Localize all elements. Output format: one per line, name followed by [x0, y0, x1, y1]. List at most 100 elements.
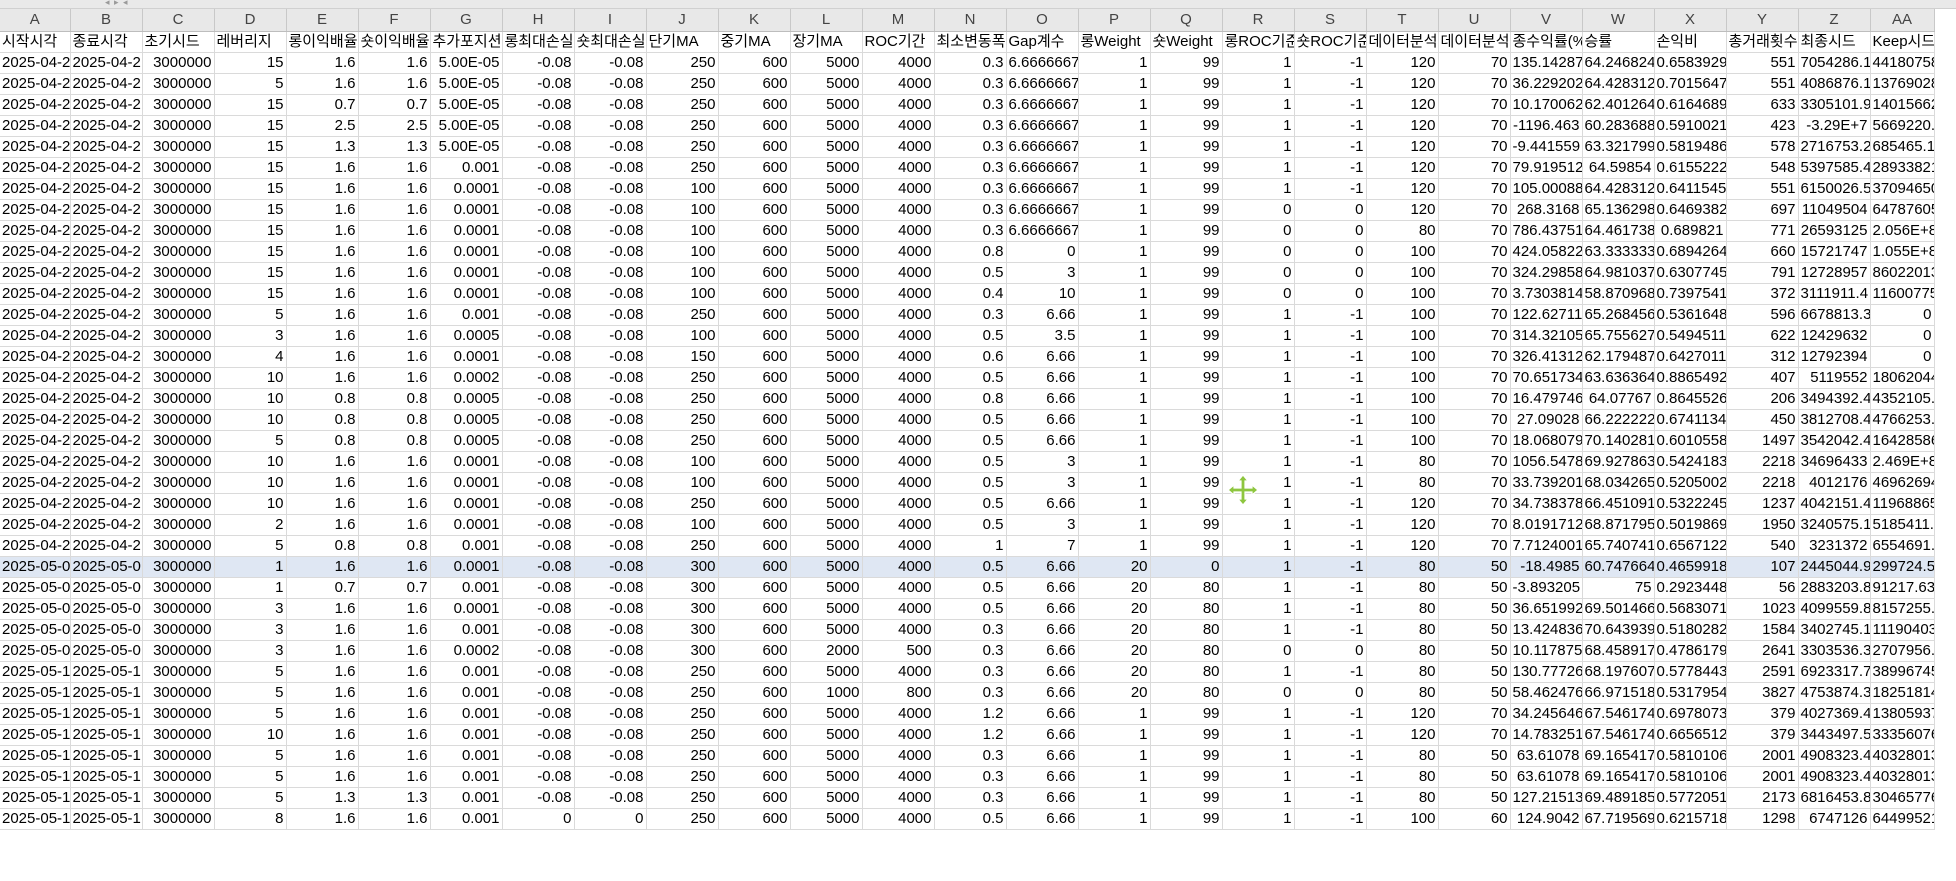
column-header[interactable]: S [1294, 9, 1367, 32]
table-cell[interactable]: 6.66 [1006, 682, 1079, 704]
table-cell[interactable]: 0 [1222, 199, 1295, 221]
column-header[interactable]: O [1006, 9, 1079, 32]
table-cell[interactable]: 68.197607 [1582, 661, 1655, 683]
table-cell[interactable]: 1.6 [358, 157, 431, 179]
table-cell[interactable]: -1 [1294, 388, 1367, 410]
table-cell[interactable]: 99 [1150, 535, 1223, 557]
table-cell[interactable]: 1 [1222, 535, 1295, 557]
table-cell[interactable]: 3000000 [142, 745, 215, 767]
table-cell[interactable]: 99 [1150, 52, 1223, 74]
table-cell[interactable]: 1.6 [286, 493, 359, 515]
table-cell[interactable]: -0.08 [574, 745, 647, 767]
table-cell[interactable]: 1298 [1726, 808, 1799, 830]
table-cell[interactable]: 600 [718, 661, 791, 683]
table-cell[interactable]: -0.08 [574, 325, 647, 347]
table-cell[interactable]: 4000 [862, 556, 935, 578]
table-cell[interactable]: 0.0001 [430, 598, 503, 620]
table-cell[interactable]: 67.546174 [1582, 703, 1655, 725]
field-header-cell[interactable]: Keep시드 [1870, 31, 1935, 53]
table-cell[interactable]: 2025-05-1 [70, 766, 143, 788]
column-header[interactable]: U [1438, 9, 1511, 32]
table-cell[interactable]: -1 [1294, 136, 1367, 158]
table-cell[interactable]: 2025-04-2 [0, 367, 71, 389]
table-cell[interactable]: 4042151.4 [1798, 493, 1871, 515]
table-cell[interactable]: -0.08 [574, 367, 647, 389]
table-cell[interactable]: 0.6656512 [1654, 724, 1727, 746]
table-cell[interactable]: 13.424836 [1510, 619, 1583, 641]
table-cell[interactable]: 0 [1150, 556, 1223, 578]
table-cell[interactable]: 0 [1222, 220, 1295, 242]
table-cell[interactable]: 50 [1438, 619, 1511, 641]
table-cell[interactable]: 3231372 [1798, 535, 1871, 557]
table-cell[interactable]: 99 [1150, 745, 1223, 767]
table-cell[interactable]: 1 [1222, 115, 1295, 137]
table-cell[interactable]: 99 [1150, 304, 1223, 326]
field-header-cell[interactable]: 롱ROC기준 [1222, 31, 1295, 53]
table-cell[interactable]: 0.5 [934, 598, 1007, 620]
table-cell[interactable]: 1 [1222, 52, 1295, 74]
table-cell[interactable]: 1 [1222, 94, 1295, 116]
table-cell[interactable]: -0.08 [574, 94, 647, 116]
table-cell[interactable]: 0.0002 [430, 640, 503, 662]
table-cell[interactable]: 0.3 [934, 661, 1007, 683]
table-cell[interactable]: 5000 [790, 703, 863, 725]
table-cell[interactable]: 1 [1222, 514, 1295, 536]
table-cell[interactable]: 70.643939 [1582, 619, 1655, 641]
table-cell[interactable]: 120 [1366, 94, 1439, 116]
table-cell[interactable]: -0.08 [502, 262, 575, 284]
table-cell[interactable]: 4000 [862, 661, 935, 683]
table-cell[interactable]: -1 [1294, 577, 1367, 599]
table-cell[interactable]: 120 [1366, 178, 1439, 200]
field-header-cell[interactable]: 초기시드 [142, 31, 215, 53]
table-cell[interactable]: 68.034265 [1582, 472, 1655, 494]
table-cell[interactable]: 600 [718, 52, 791, 74]
table-cell[interactable]: 2025-04-2 [70, 472, 143, 494]
table-cell[interactable]: 2025-04-2 [0, 115, 71, 137]
table-cell[interactable]: 379 [1726, 703, 1799, 725]
table-cell[interactable]: 1 [1078, 724, 1151, 746]
table-cell[interactable]: 2025-04-2 [70, 283, 143, 305]
table-cell[interactable]: 0 [1222, 283, 1295, 305]
table-cell[interactable]: 70 [1438, 241, 1511, 263]
table-cell[interactable]: 0.3 [934, 136, 1007, 158]
column-header[interactable]: Y [1726, 9, 1799, 32]
table-cell[interactable]: 1 [1222, 388, 1295, 410]
table-cell[interactable]: 0.8 [286, 388, 359, 410]
column-header[interactable]: J [646, 9, 719, 32]
table-cell[interactable]: 3.7303814 [1510, 283, 1583, 305]
table-cell[interactable]: 58.462476 [1510, 682, 1583, 704]
table-cell[interactable]: 150 [646, 346, 719, 368]
table-cell[interactable]: 20 [1078, 598, 1151, 620]
table-cell[interactable]: 1 [214, 577, 287, 599]
table-cell[interactable]: 1.3 [358, 136, 431, 158]
table-cell[interactable]: 4 [214, 346, 287, 368]
table-cell[interactable]: 63.636364 [1582, 367, 1655, 389]
table-cell[interactable]: 2025-04-2 [0, 346, 71, 368]
table-cell[interactable]: 10 [214, 451, 287, 473]
table-cell[interactable]: 64787605 [1870, 199, 1935, 221]
table-cell[interactable]: 5000 [790, 598, 863, 620]
table-cell[interactable]: 2025-05-1 [0, 682, 71, 704]
table-cell[interactable]: 1237 [1726, 493, 1799, 515]
table-cell[interactable]: -0.08 [574, 115, 647, 137]
table-cell[interactable]: 4000 [862, 199, 935, 221]
table-cell[interactable]: 0 [1294, 241, 1367, 263]
table-cell[interactable]: 600 [718, 493, 791, 515]
table-cell[interactable]: 99 [1150, 346, 1223, 368]
table-cell[interactable]: 67.719569 [1582, 808, 1655, 830]
table-cell[interactable]: 99 [1150, 115, 1223, 137]
table-cell[interactable]: 600 [718, 304, 791, 326]
table-cell[interactable]: 5000 [790, 136, 863, 158]
table-cell[interactable]: -0.08 [574, 304, 647, 326]
column-header[interactable]: E [286, 9, 359, 32]
table-cell[interactable]: 4000 [862, 367, 935, 389]
table-cell[interactable]: 1.6 [358, 241, 431, 263]
table-cell[interactable]: 0.5 [934, 556, 1007, 578]
table-cell[interactable]: 6.6666667 [1006, 52, 1079, 74]
table-cell[interactable]: 2025-04-2 [70, 136, 143, 158]
table-cell[interactable]: 1.6 [358, 283, 431, 305]
table-cell[interactable]: 20 [1078, 556, 1151, 578]
table-cell[interactable]: 0.0001 [430, 346, 503, 368]
table-cell[interactable]: 2025-05-1 [70, 787, 143, 809]
table-cell[interactable]: 6.6666667 [1006, 136, 1079, 158]
